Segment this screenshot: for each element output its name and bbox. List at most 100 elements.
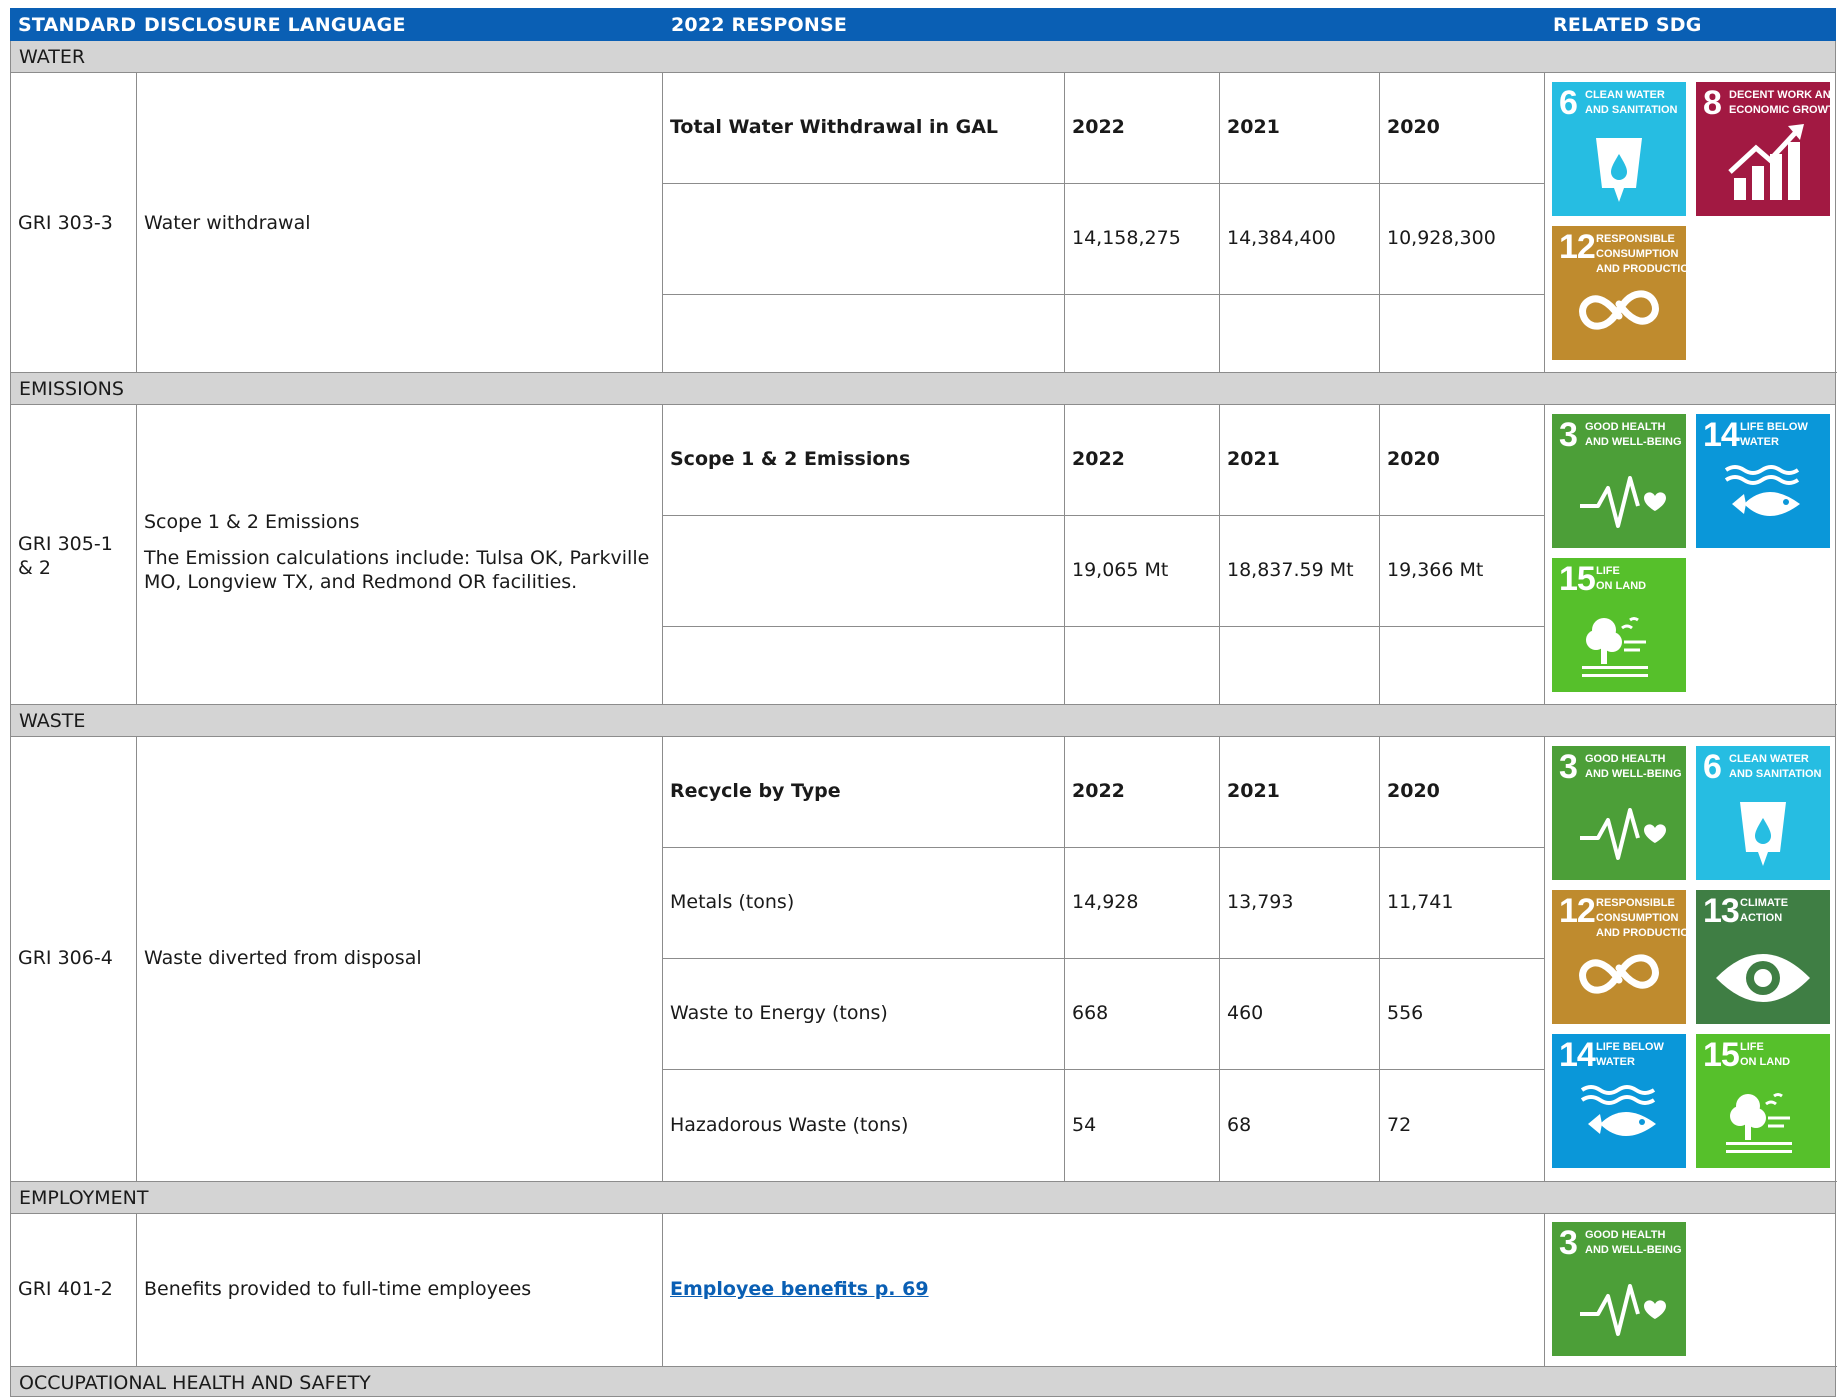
sdg-number: 3 bbox=[1559, 748, 1578, 786]
disclosure-note: The Emission calculations include: Tulsa… bbox=[144, 547, 650, 569]
metric-value: 460 bbox=[1227, 1002, 1264, 1024]
metric-value: 14,928 bbox=[1072, 891, 1139, 913]
sdg-label: RESPONSIBLE CONSUMPTION AND PRODUCTION bbox=[1596, 897, 1686, 939]
section-title: EMPLOYMENT bbox=[19, 1187, 149, 1209]
sdg-label: LIFE ON LAND bbox=[1596, 565, 1647, 592]
table-row-emissions: GRI 305-1 & 2 Scope 1 & 2 Emissions The … bbox=[10, 405, 1837, 705]
metric-label: Recycle by Type bbox=[670, 780, 841, 802]
disclosure-text: Waste diverted from disposal bbox=[144, 947, 422, 969]
header-response: 2022 RESPONSE bbox=[671, 14, 848, 36]
year-header: 2021 bbox=[1227, 448, 1280, 470]
section-header-waste: WASTE bbox=[10, 705, 1836, 737]
sdg-number: 6 bbox=[1559, 84, 1578, 122]
employee-benefits-link[interactable]: Employee benefits p. 69 bbox=[670, 1278, 929, 1300]
sdg-label: CLIMATE ACTION bbox=[1740, 897, 1789, 924]
metric-row-label: Metals (tons) bbox=[670, 891, 795, 913]
sdg-number: 3 bbox=[1559, 1224, 1578, 1262]
sdg-goal-14-tile: 14 LIFE BELOW WATER bbox=[1696, 414, 1830, 548]
section-header-employment: EMPLOYMENT bbox=[10, 1182, 1836, 1214]
header-standard: STANDARD bbox=[18, 14, 137, 36]
sdg-number: 6 bbox=[1703, 748, 1722, 786]
metric-value: 19,366 Mt bbox=[1387, 559, 1484, 581]
sdg-label: CLEAN WATER AND SANITATION bbox=[1729, 753, 1822, 780]
section-header-ohs: OCCUPATIONAL HEALTH AND SAFETY bbox=[10, 1367, 1836, 1397]
section-title: WATER bbox=[19, 46, 86, 68]
metric-value: 11,741 bbox=[1387, 891, 1454, 913]
table-row-employment: GRI 401-2 Benefits provided to full-time… bbox=[10, 1214, 1837, 1367]
sdg-number: 12 bbox=[1559, 892, 1596, 930]
section-title: WASTE bbox=[19, 710, 86, 732]
sdg-goal-12-tile: 12RESPONSIBLE CONSUMPTION AND PRODUCTION bbox=[1552, 890, 1686, 1024]
sdg-number: 14 bbox=[1703, 416, 1740, 454]
table-row-water: GRI 303-3 Water withdrawal Total Water W… bbox=[10, 73, 1837, 373]
metric-row-label: Waste to Energy (tons) bbox=[670, 1002, 888, 1024]
year-header: 2022 bbox=[1072, 116, 1125, 138]
sdg-number: 12 bbox=[1559, 228, 1596, 266]
sdg-label: GOOD HEALTH AND WELL-BEING bbox=[1585, 753, 1682, 780]
sdg-number: 15 bbox=[1559, 560, 1596, 598]
section-header-water: WATER bbox=[10, 41, 1836, 73]
disclosure-note: MO, Longview TX, and Redmond OR faciliti… bbox=[144, 571, 578, 593]
standard-code: GRI 401-2 bbox=[18, 1278, 113, 1300]
disclosure-text: Scope 1 & 2 Emissions bbox=[144, 511, 360, 533]
metric-label: Scope 1 & 2 Emissions bbox=[670, 448, 911, 470]
year-header: 2021 bbox=[1227, 116, 1280, 138]
sdg-number: 3 bbox=[1559, 416, 1578, 454]
metric-label: Total Water Withdrawal in GAL bbox=[670, 116, 999, 138]
year-header: 2020 bbox=[1387, 116, 1440, 138]
sdg-number: 15 bbox=[1703, 1036, 1740, 1074]
sdg-goal-3-tile: 3 GOOD HEALTH AND WELL-BEING bbox=[1552, 1222, 1686, 1356]
sdg-label: DECENT WORK AND ECONOMIC GROWTH bbox=[1729, 89, 1830, 116]
metric-value: 18,837.59 Mt bbox=[1227, 559, 1354, 581]
metric-value: 13,793 bbox=[1227, 891, 1294, 913]
year-header: 2022 bbox=[1072, 448, 1125, 470]
sdg-number: 8 bbox=[1703, 84, 1722, 122]
sdg-goal-15-tile: 15 LIFE ON LAND bbox=[1696, 1034, 1830, 1168]
sdg-goal-15-tile: 15 LIFE ON LAND bbox=[1552, 558, 1686, 692]
sdg-number: 14 bbox=[1559, 1036, 1596, 1074]
metric-value: 14,384,400 bbox=[1227, 227, 1336, 249]
standard-code: GRI 305-1 bbox=[18, 533, 113, 555]
header-related-sdg: RELATED SDG bbox=[1553, 14, 1702, 36]
sdg-goal-13-tile: 13 CLIMATE ACTION bbox=[1696, 890, 1830, 1024]
sdg-goal-8-tile: 8 DECENT WORK AND ECONOMIC GROWTH bbox=[1696, 82, 1830, 216]
sdg-number: 13 bbox=[1703, 892, 1740, 930]
header-disclosure: DISCLOSURE LANGUAGE bbox=[144, 14, 406, 36]
sdg-label: LIFE BELOW WATER bbox=[1596, 1041, 1664, 1068]
metric-value: 10,928,300 bbox=[1387, 227, 1496, 249]
metric-value: 668 bbox=[1072, 1002, 1109, 1024]
sdg-goal-6-tile: 6 CLEAN WATER AND SANITATION bbox=[1552, 82, 1686, 216]
disclosure-text: Water withdrawal bbox=[144, 212, 311, 234]
section-title: OCCUPATIONAL HEALTH AND SAFETY bbox=[19, 1372, 371, 1394]
sdg-goal-3-tile: 3 GOOD HEALTH AND WELL-BEING bbox=[1552, 746, 1686, 880]
sdg-label: LIFE ON LAND bbox=[1740, 1041, 1791, 1068]
metric-value: 68 bbox=[1227, 1114, 1252, 1136]
standard-code: GRI 306-4 bbox=[18, 947, 113, 969]
metric-value: 556 bbox=[1387, 1002, 1424, 1024]
year-header: 2022 bbox=[1072, 780, 1125, 802]
year-header: 2021 bbox=[1227, 780, 1280, 802]
gri-index-table: STANDARD DISCLOSURE LANGUAGE 2022 RESPON… bbox=[10, 8, 1837, 1397]
table-header: STANDARD DISCLOSURE LANGUAGE 2022 RESPON… bbox=[10, 8, 1836, 41]
metric-value: 72 bbox=[1387, 1114, 1412, 1136]
sdg-label: GOOD HEALTH AND WELL-BEING bbox=[1585, 1229, 1682, 1256]
disclosure-text: Benefits provided to full-time employees bbox=[144, 1278, 532, 1300]
table-row-waste: GRI 306-4 Waste diverted from disposal R… bbox=[10, 737, 1837, 1182]
sdg-label: CLEAN WATER AND SANITATION bbox=[1585, 89, 1678, 116]
section-header-emissions: EMISSIONS bbox=[10, 373, 1836, 405]
sdg-label: GOOD HEALTH AND WELL-BEING bbox=[1585, 421, 1682, 448]
metric-row-label: Hazadorous Waste (tons) bbox=[670, 1114, 909, 1136]
sdg-goal-12-tile: 12RESPONSIBLE CONSUMPTION AND PRODUCTION bbox=[1552, 226, 1686, 360]
metric-value: 54 bbox=[1072, 1114, 1097, 1136]
standard-code: & 2 bbox=[18, 557, 51, 579]
sdg-goal-6-tile: 6 CLEAN WATER AND SANITATION bbox=[1696, 746, 1830, 880]
sdg-label: RESPONSIBLE CONSUMPTION AND PRODUCTION bbox=[1596, 233, 1686, 275]
metric-value: 19,065 Mt bbox=[1072, 559, 1169, 581]
sdg-goal-3-tile: 3 GOOD HEALTH AND WELL-BEING bbox=[1552, 414, 1686, 548]
section-title: EMISSIONS bbox=[19, 378, 124, 400]
standard-code: GRI 303-3 bbox=[18, 212, 113, 234]
metric-value: 14,158,275 bbox=[1072, 227, 1181, 249]
sdg-goal-14-tile: 14 LIFE BELOW WATER bbox=[1552, 1034, 1686, 1168]
sdg-label: LIFE BELOW WATER bbox=[1740, 421, 1808, 448]
year-header: 2020 bbox=[1387, 780, 1440, 802]
